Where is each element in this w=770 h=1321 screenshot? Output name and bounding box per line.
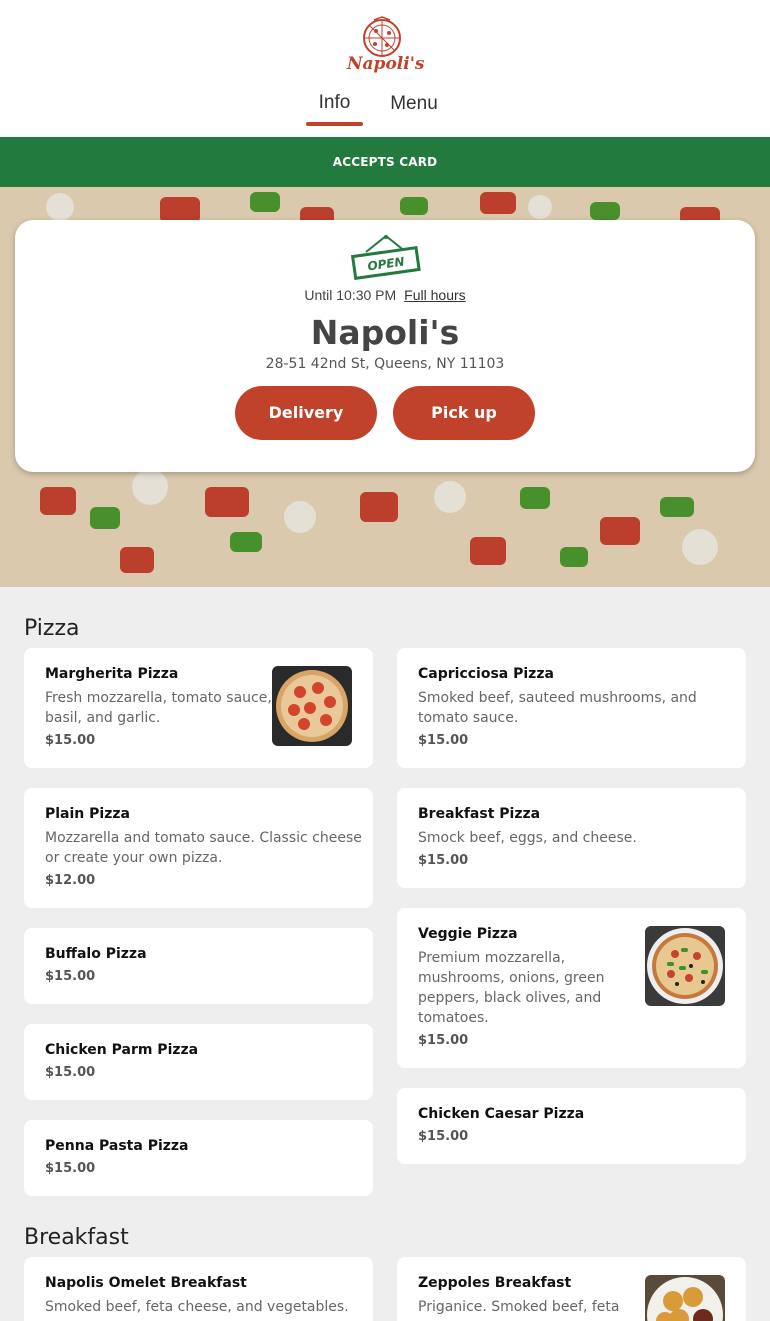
item-description: Priganice. Smoked beef, feta — [418, 1297, 619, 1317]
item-description: Smock beef, eggs, and cheese. — [418, 828, 637, 848]
item-name: Chicken Caesar Pizza — [418, 1106, 585, 1122]
full-hours-link[interactable]: Full hours — [404, 287, 465, 303]
item-price: $15.00 — [418, 853, 469, 868]
menu-item-plain-pizza[interactable]: Plain Pizza Mozzarella and tomato sauce.… — [24, 788, 373, 908]
item-description-line: peppers, black olives, and — [418, 990, 602, 1006]
item-description: Smoked beef, feta cheese, and vegetables… — [45, 1297, 349, 1317]
restaurant-address: 28-51 42nd St, Queens, NY 11103 — [265, 356, 505, 372]
item-price: $15.00 — [45, 969, 96, 984]
item-description-line: Smoked beef, feta cheese, and vegetables… — [45, 1299, 349, 1315]
item-price: $15.00 — [418, 1033, 469, 1048]
item-name: Veggie Pizza — [418, 926, 518, 942]
item-description-line: mushrooms, onions, green — [418, 970, 605, 986]
margherita-pizza-photo — [272, 666, 352, 746]
item-name: Napolis Omelet Breakfast — [45, 1275, 247, 1291]
veggie-pizza-photo — [645, 926, 725, 1006]
item-description-line: Premium mozzarella, — [418, 950, 566, 966]
hours-text: Until 10:30 PM — [304, 287, 397, 303]
tab-menu[interactable]: Menu — [384, 93, 444, 127]
menu-item-chicken-parm-pizza[interactable]: Chicken Parm Pizza $15.00 — [24, 1024, 373, 1100]
item-description-line: Smoked beef, sauteed mushrooms, and — [418, 690, 697, 706]
pizza-logo-icon — [363, 16, 401, 57]
top-navigation: Napoli's Info Menu — [0, 0, 770, 137]
item-description-line: Mozzarella and tomato sauce. Classic che… — [45, 830, 362, 846]
item-description-line: Smock beef, eggs, and cheese. — [418, 830, 637, 846]
menu-item-margherita-pizza[interactable]: Margherita Pizza Fresh mozzarella, tomat… — [24, 648, 373, 768]
menu-item-buffalo-pizza[interactable]: Buffalo Pizza $15.00 — [24, 928, 373, 1004]
item-price: $15.00 — [45, 1065, 96, 1080]
menu-item-penna-pasta-pizza[interactable]: Penna Pasta Pizza $15.00 — [24, 1120, 373, 1196]
zeppoles-photo — [645, 1275, 725, 1321]
menu-item-chicken-caesar-pizza[interactable]: Chicken Caesar Pizza $15.00 — [397, 1088, 746, 1164]
item-price: $12.00 — [45, 873, 96, 888]
item-name: Capricciosa Pizza — [418, 666, 554, 682]
item-description-line: basil, and garlic. — [45, 710, 161, 726]
tab-info[interactable]: Info — [306, 92, 363, 126]
napolis-logo[interactable]: Napoli's — [347, 14, 425, 78]
item-name: Penna Pasta Pizza — [45, 1138, 189, 1154]
section-title-pizza: Pizza — [24, 616, 80, 641]
item-price: $15.00 — [45, 733, 96, 748]
item-description: Premium mozzarella, mushrooms, onions, g… — [418, 948, 604, 1028]
menu-item-breakfast-pizza[interactable]: Breakfast Pizza Smock beef, eggs, and ch… — [397, 788, 746, 888]
restaurant-info-card: OPEN Until 10:30 PM Full hours Napoli's 2… — [15, 220, 755, 472]
item-description: Smoked beef, sauteed mushrooms, and toma… — [418, 688, 697, 728]
item-description: Fresh mozzarella, tomato sauce, basil, a… — [45, 688, 272, 728]
item-name: Breakfast Pizza — [418, 806, 541, 822]
item-description-line: tomato sauce. — [418, 710, 519, 726]
item-price: $15.00 — [418, 733, 469, 748]
section-title-breakfast: Breakfast — [24, 1225, 129, 1250]
item-name: Margherita Pizza — [45, 666, 179, 682]
item-name: Zeppoles Breakfast — [418, 1275, 572, 1291]
item-description: Mozzarella and tomato sauce. Classic che… — [45, 828, 362, 868]
open-sign-icon: OPEN — [350, 235, 421, 280]
item-description-line: Fresh mozzarella, tomato sauce, — [45, 690, 272, 706]
menu-item-zeppoles-breakfast[interactable]: Zeppoles Breakfast Priganice. Smoked bee… — [397, 1257, 746, 1321]
item-name: Chicken Parm Pizza — [45, 1042, 199, 1058]
item-description-line: tomatoes. — [418, 1010, 489, 1026]
item-name: Buffalo Pizza — [45, 946, 147, 962]
restaurant-name: Napoli's — [310, 313, 460, 352]
delivery-button[interactable]: Delivery — [235, 386, 377, 440]
logo-text: Napoli's — [347, 54, 425, 74]
menu-item-napolis-omelet-breakfast[interactable]: Napolis Omelet Breakfast Smoked beef, fe… — [24, 1257, 373, 1321]
item-name: Plain Pizza — [45, 806, 130, 822]
accepts-card-banner: ACCEPTS CARD — [0, 137, 770, 187]
item-price: $15.00 — [418, 1129, 469, 1144]
item-description-line: or create your own pizza. — [45, 850, 223, 866]
item-price: $15.00 — [45, 1161, 96, 1176]
menu-item-veggie-pizza[interactable]: Veggie Pizza Premium mozzarella, mushroo… — [397, 908, 746, 1068]
hours-row: Until 10:30 PM Full hours — [15, 287, 755, 303]
menu-item-capricciosa-pizza[interactable]: Capricciosa Pizza Smoked beef, sauteed m… — [397, 648, 746, 768]
pickup-button[interactable]: Pick up — [393, 386, 535, 440]
item-description-line: Priganice. Smoked beef, feta — [418, 1299, 620, 1315]
